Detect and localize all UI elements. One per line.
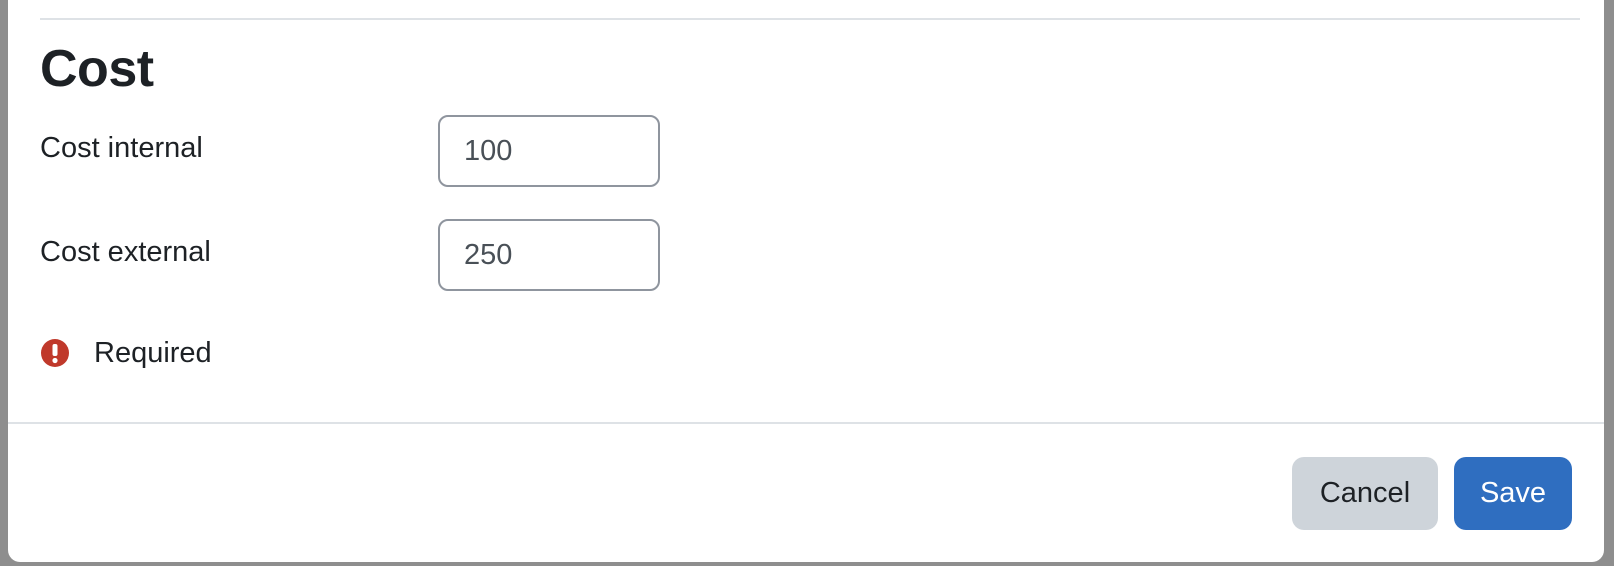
modal-dialog: Cost Cost internal Cost external Require… (8, 0, 1604, 562)
required-label: Required (94, 336, 212, 369)
cost-external-input[interactable] (438, 219, 660, 291)
section-title: Cost (40, 40, 154, 98)
footer-divider (8, 422, 1604, 424)
exclamation-circle-icon (41, 339, 69, 367)
cost-internal-label: Cost internal (40, 132, 203, 164)
cost-external-label: Cost external (40, 236, 211, 268)
top-divider (40, 18, 1580, 20)
required-legend: Required (40, 336, 212, 370)
save-button[interactable]: Save (1454, 457, 1572, 530)
cost-internal-input[interactable] (438, 115, 660, 187)
cancel-button[interactable]: Cancel (1292, 457, 1438, 530)
